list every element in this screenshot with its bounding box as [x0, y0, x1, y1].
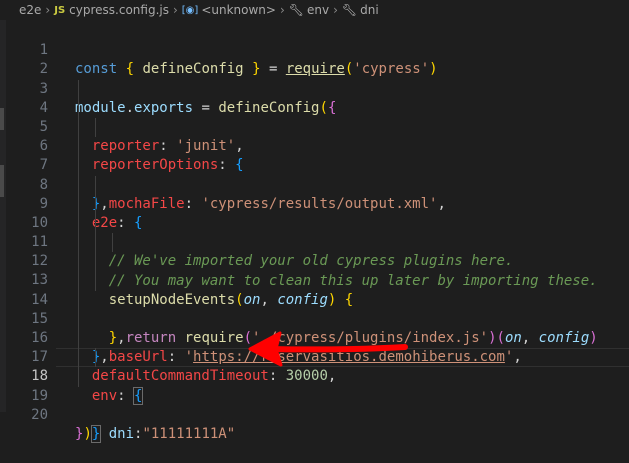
- breadcrumb: e2e › JS cypress.config.js › [◉] <unknow…: [0, 0, 629, 20]
- indent-guide: [95, 117, 96, 138]
- code-line[interactable]: 14 baseUrl: 'https://reservasitios.demoh…: [0, 271, 629, 365]
- indent-guide: [95, 233, 96, 253]
- indent-guide: [78, 79, 79, 99]
- breadcrumb-env-label: env: [307, 3, 330, 17]
- matching-brace: }: [90, 424, 102, 443]
- code-line[interactable]: 12 return require('./cypress/plugins/ind…: [0, 233, 629, 346]
- chevron-right-icon: ›: [333, 3, 338, 17]
- indent-guide: [78, 309, 79, 329]
- chevron-right-icon: ›: [172, 3, 178, 17]
- code-line[interactable]: 8 e2e: {: [0, 156, 629, 231]
- breadcrumb-symbol-label: <unknown>: [201, 3, 276, 17]
- code-line[interactable]: 5 reporterOptions: {: [0, 98, 629, 173]
- breadcrumb-symbol[interactable]: [◉] <unknown>: [182, 3, 276, 17]
- breadcrumb-file-label: cypress.config.js: [69, 3, 169, 17]
- code-line[interactable]: 1 const { defineConfig } = require('cypr…: [0, 22, 629, 77]
- indent-guide: [78, 252, 79, 272]
- code-line[interactable]: 10 // You may want to clean this up late…: [0, 194, 629, 289]
- indent-guide: [78, 290, 79, 310]
- breadcrumb-env[interactable]: 🔧︎ env: [289, 3, 329, 17]
- wrench-icon: 🔧︎: [288, 3, 304, 17]
- line-number: 20: [31, 406, 48, 423]
- code-line[interactable]: 11 setupNodeEvents(on, config) {: [0, 213, 629, 308]
- code-line[interactable]: 6 mochaFile: 'cypress/results/output.xml…: [0, 117, 629, 212]
- indent-guide: [78, 137, 79, 157]
- line-content: }): [75, 425, 92, 442]
- code-line[interactable]: 9 // We've imported your old cypress plu…: [0, 175, 629, 269]
- indent-guide: [95, 252, 96, 272]
- code-line[interactable]: 16 defaultCommandTimeout: 30000,: [0, 309, 629, 384]
- indent-guide: [95, 175, 96, 195]
- code-line[interactable]: 20 }): [0, 387, 629, 442]
- javascript-file-icon: JS: [54, 4, 66, 16]
- code-line[interactable]: 13 },: [0, 252, 629, 346]
- indent-guide: [95, 271, 96, 291]
- code-line-current[interactable]: 18 dni:"11111111A": [0, 348, 629, 442]
- indent-guide: [78, 233, 79, 253]
- indent-guide: [95, 213, 96, 234]
- indent-guide: [112, 233, 113, 253]
- indent-guide: [78, 329, 79, 349]
- code-line[interactable]: 4 reporter: 'junit',: [0, 79, 629, 154]
- code-line[interactable]: 15 },: [0, 290, 629, 365]
- code-line[interactable]: 2: [0, 41, 629, 77]
- code-line[interactable]: 17 env: {: [0, 329, 629, 405]
- code-line[interactable]: 3 module.exports = defineConfig({: [0, 60, 629, 116]
- breadcrumb-dni-label: dni: [360, 3, 379, 17]
- indent-guide: [78, 98, 79, 118]
- breadcrumb-file[interactable]: JS cypress.config.js: [54, 3, 169, 17]
- indent-guide: [95, 348, 96, 368]
- indent-guide: [78, 194, 79, 214]
- indent-guide: [78, 117, 79, 138]
- indent-guide: [78, 156, 79, 176]
- breadcrumb-dni[interactable]: 🔧︎ dni: [342, 3, 379, 17]
- wrench-icon: 🔧︎: [341, 3, 358, 17]
- indent-guide: [78, 348, 79, 368]
- code-editor[interactable]: 1 const { defineConfig } = require('cypr…: [0, 22, 629, 443]
- indent-guide: [78, 175, 79, 195]
- breadcrumb-folder[interactable]: e2e: [19, 3, 41, 17]
- code-line[interactable]: 19 }: [0, 367, 629, 443]
- chevron-right-icon: ›: [45, 3, 51, 17]
- symbol-icon: [◉]: [181, 4, 199, 16]
- indent-guide: [78, 213, 79, 234]
- code-line[interactable]: 7 },: [0, 137, 629, 212]
- chevron-right-icon: ›: [279, 3, 285, 17]
- indent-guide: [78, 271, 79, 291]
- indent-guide: [95, 194, 96, 214]
- indent-guide: [78, 367, 79, 387]
